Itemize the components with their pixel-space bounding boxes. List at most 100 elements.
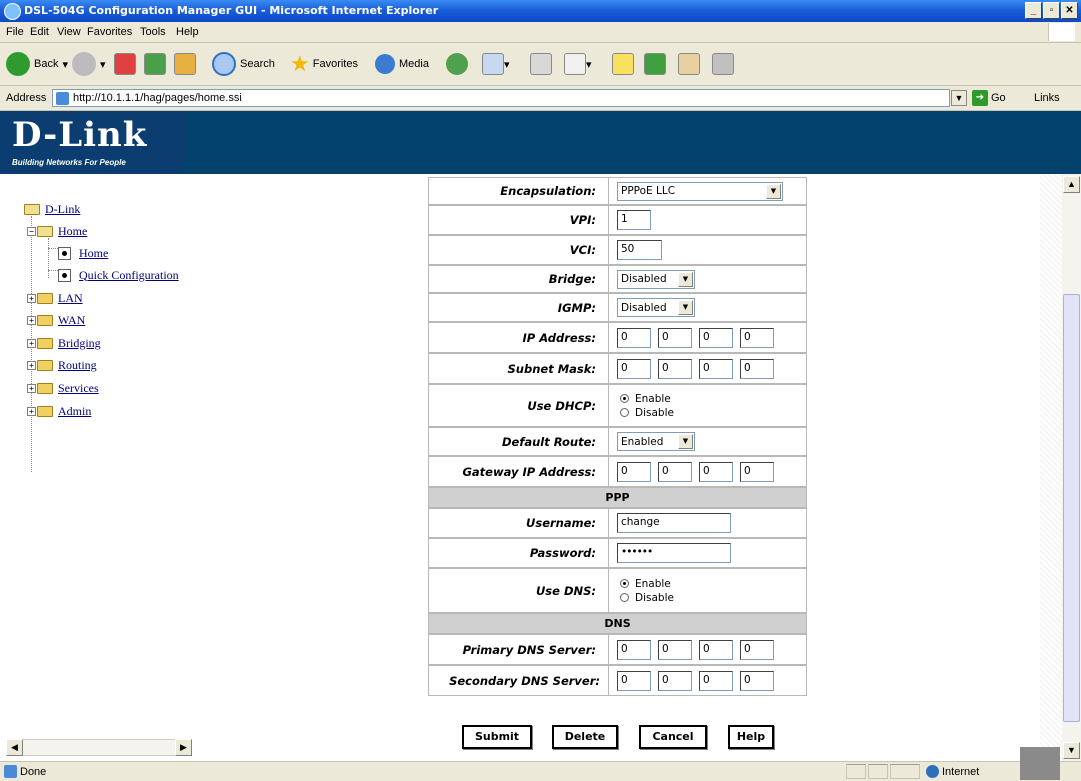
default-route-select[interactable]: Enabled ▼ (617, 432, 695, 451)
secondary-dns-octet-3[interactable]: 0 (699, 670, 733, 691)
dns-disable-radio[interactable]: Disable (617, 591, 674, 605)
ip-address-octet-4[interactable]: 0 (740, 327, 774, 348)
print-button[interactable] (530, 49, 552, 79)
collapse-icon[interactable]: − (27, 226, 36, 236)
media-button[interactable]: Media (375, 49, 429, 79)
subnet-mask-octet-2[interactable]: 0 (658, 358, 692, 379)
search-button[interactable]: Search (212, 49, 275, 79)
expand-icon[interactable]: + (27, 315, 36, 325)
home-button[interactable] (174, 49, 196, 79)
secondary-dns-octet-1[interactable]: 0 (617, 670, 651, 691)
username-input[interactable]: change (617, 513, 731, 533)
expand-icon[interactable]: + (27, 360, 36, 370)
subnet-mask-octet-4[interactable]: 0 (740, 358, 774, 379)
encapsulation-select[interactable]: PPPoE LLC ▼ (617, 181, 783, 201)
scroll-up-button[interactable]: ▲ (1063, 176, 1080, 193)
messenger-button[interactable] (644, 49, 666, 79)
dns-enable-radio[interactable]: Enable (617, 577, 674, 591)
password-input[interactable]: •••••• (617, 543, 731, 563)
subnet-mask-octet-3[interactable]: 0 (699, 358, 733, 379)
vci-input[interactable]: 50 (617, 240, 662, 260)
ip-address-octet-3[interactable]: 0 (699, 327, 733, 348)
go-button[interactable]: ➔ Go (972, 90, 1006, 106)
primary-dns-octet-2[interactable]: 0 (658, 639, 692, 660)
minimize-button[interactable]: _ (1025, 2, 1042, 19)
address-url: http://10.1.1.1/hag/pages/home.ssi (73, 92, 242, 104)
links-button[interactable]: Links (1034, 92, 1060, 104)
subnet-mask-octet-1[interactable]: 0 (617, 358, 651, 379)
vpi-input[interactable]: 1 (617, 210, 651, 230)
refresh-button[interactable] (144, 49, 166, 79)
extra-button[interactable] (712, 49, 734, 79)
menu-view[interactable]: View (57, 26, 81, 38)
expand-icon[interactable]: + (27, 338, 36, 348)
tree-item-quick-configuration[interactable]: Quick Configuration (58, 266, 179, 284)
dhcp-disable-radio[interactable]: Disable (617, 406, 674, 420)
row-vpi: VPI: 1 (428, 205, 807, 235)
secondary-dns-label: Secondary DNS Server: (429, 666, 609, 695)
ip-address-octet-1[interactable]: 0 (617, 327, 651, 348)
address-input[interactable]: http://10.1.1.1/hag/pages/home.ssi (52, 89, 950, 107)
gateway-ip-octet-2[interactable]: 0 (658, 461, 692, 482)
tree-item-services[interactable]: + Services (27, 379, 99, 397)
window-title-bar[interactable]: DSL-504G Configuration Manager GUI - Mic… (0, 0, 1081, 22)
close-button[interactable]: ✕ (1061, 2, 1078, 19)
edit-button[interactable]: ▾ (564, 49, 592, 79)
address-dropdown-button[interactable]: ▼ (951, 90, 967, 106)
vertical-scrollbar[interactable]: ▲ ▼ (1062, 174, 1081, 761)
internet-globe-icon (926, 765, 939, 778)
ip-address-octet-2[interactable]: 0 (658, 327, 692, 348)
history-button[interactable] (446, 49, 472, 79)
row-default-route: Default Route: Enabled ▼ (428, 427, 807, 456)
bridge-select[interactable]: Disabled ▼ (617, 269, 695, 289)
expand-icon[interactable]: + (27, 293, 36, 303)
scroll-right-button[interactable]: ▶ (175, 739, 192, 756)
search-icon (212, 52, 236, 76)
help-button[interactable]: Help (728, 725, 774, 749)
tree-item-routing[interactable]: + Routing (27, 356, 97, 374)
research-button[interactable] (678, 49, 700, 79)
expand-icon[interactable]: + (27, 406, 36, 416)
tree-item-home-page[interactable]: Home (58, 244, 108, 262)
dhcp-enable-radio[interactable]: Enable (617, 392, 674, 406)
tree-item-bridging[interactable]: + Bridging (27, 334, 101, 352)
submit-button[interactable]: Submit (462, 725, 532, 749)
menu-edit[interactable]: Edit (30, 26, 49, 38)
tree-item-dlink[interactable]: D-Link (24, 200, 80, 218)
igmp-select[interactable]: Disabled ▼ (617, 298, 695, 317)
secondary-dns-octet-2[interactable]: 0 (658, 670, 692, 691)
menu-tools[interactable]: Tools (140, 26, 166, 38)
encapsulation-label: Encapsulation: (429, 178, 609, 204)
expand-icon[interactable]: + (27, 383, 36, 393)
favorites-button[interactable]: ★ Favorites (290, 49, 358, 79)
gateway-ip-octet-4[interactable]: 0 (740, 461, 774, 482)
tree-horizontal-scrollbar[interactable]: ◀ ▶ (6, 739, 192, 756)
gateway-ip-octet-3[interactable]: 0 (699, 461, 733, 482)
page-content: D-Link Building Networks For People D-Li… (0, 111, 1081, 761)
scroll-left-button[interactable]: ◀ (6, 739, 23, 756)
discuss-button[interactable] (612, 49, 634, 79)
tree-item-admin[interactable]: + Admin (27, 402, 91, 420)
scroll-thumb[interactable] (1063, 294, 1080, 722)
back-button[interactable]: Back ▾ (6, 49, 68, 79)
tree-item-wan[interactable]: + WAN (27, 311, 85, 329)
primary-dns-octet-1[interactable]: 0 (617, 639, 651, 660)
gateway-ip-octet-1[interactable]: 0 (617, 461, 651, 482)
scroll-down-button[interactable]: ▼ (1063, 742, 1080, 759)
menu-file[interactable]: File (6, 26, 24, 38)
primary-dns-octet-4[interactable]: 0 (740, 639, 774, 660)
primary-dns-octet-3[interactable]: 0 (699, 639, 733, 660)
menu-favorites[interactable]: Favorites (87, 26, 132, 38)
forward-button[interactable]: ▾ (72, 49, 106, 79)
open-folder-icon (37, 225, 53, 237)
tree-item-lan[interactable]: + LAN (27, 289, 83, 307)
delete-button[interactable]: Delete (552, 725, 618, 749)
cancel-button[interactable]: Cancel (639, 725, 707, 749)
stop-icon (114, 53, 136, 75)
stop-button[interactable] (114, 49, 136, 79)
tree-item-home[interactable]: − Home (27, 222, 87, 240)
menu-help[interactable]: Help (176, 26, 199, 38)
secondary-dns-octet-4[interactable]: 0 (740, 670, 774, 691)
maximize-button[interactable]: ▫ (1043, 2, 1060, 19)
mail-button[interactable]: ▾ (482, 49, 510, 79)
